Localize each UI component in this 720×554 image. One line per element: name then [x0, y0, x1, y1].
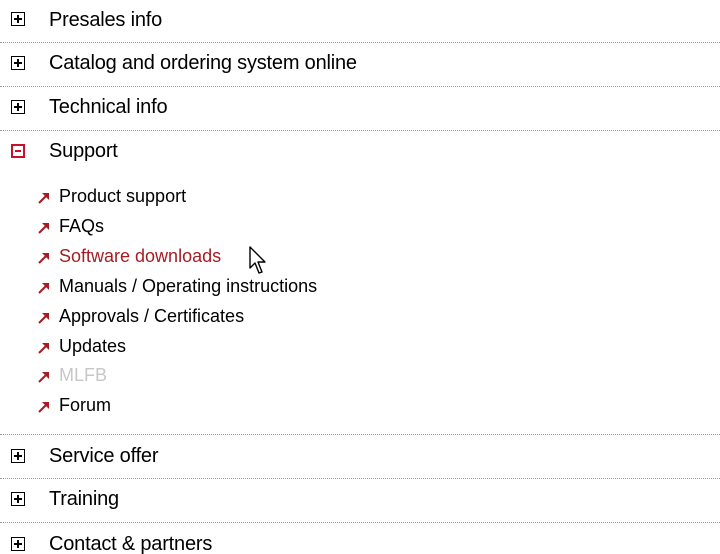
section-label: Service offer	[49, 445, 159, 467]
link-label: FAQs	[59, 216, 105, 236]
section-label: Support	[49, 140, 118, 162]
section-training[interactable]: Training	[0, 479, 720, 522]
north-east-arrow-icon	[38, 372, 49, 383]
north-east-arrow-icon	[38, 253, 49, 264]
section-contact-partners[interactable]: Contact & partners	[0, 523, 720, 554]
support-accordion-menu: Presales info Catalog and ordering syste…	[0, 0, 720, 554]
section-label: Catalog and ordering system online	[49, 52, 357, 74]
section-service-offer[interactable]: Service offer	[0, 435, 720, 478]
link-label: Updates	[59, 336, 127, 356]
link-label: Software downloads	[59, 246, 222, 266]
link-label: Manuals / Operating instructions	[59, 276, 318, 296]
section-technical-info[interactable]: Technical info	[0, 87, 720, 130]
link-label: Product support	[59, 186, 187, 206]
plus-square-icon[interactable]	[11, 492, 25, 506]
link-label: MLFB	[59, 365, 108, 385]
plus-square-icon[interactable]	[11, 12, 25, 26]
section-label: Contact & partners	[49, 533, 213, 554]
plus-square-icon[interactable]	[11, 56, 25, 70]
section-presales-info[interactable]: Presales info	[0, 0, 720, 43]
plus-square-icon[interactable]	[11, 100, 25, 114]
north-east-arrow-icon	[38, 283, 49, 294]
section-support[interactable]: Support	[0, 131, 720, 174]
minus-square-icon[interactable]	[11, 144, 25, 158]
section-label: Training	[49, 488, 119, 510]
link-label: Forum	[59, 395, 112, 415]
section-catalog-ordering[interactable]: Catalog and ordering system online	[0, 43, 720, 86]
section-label: Technical info	[49, 96, 168, 118]
plus-square-icon[interactable]	[11, 449, 25, 463]
north-east-arrow-icon	[38, 193, 49, 204]
north-east-arrow-icon	[38, 343, 49, 354]
north-east-arrow-icon	[38, 402, 49, 413]
mouse-cursor-icon	[249, 246, 266, 274]
link-label: Approvals / Certificates	[59, 306, 245, 326]
plus-square-icon[interactable]	[11, 537, 25, 551]
north-east-arrow-icon	[38, 313, 49, 324]
section-label: Presales info	[49, 9, 163, 31]
north-east-arrow-icon	[38, 223, 49, 234]
